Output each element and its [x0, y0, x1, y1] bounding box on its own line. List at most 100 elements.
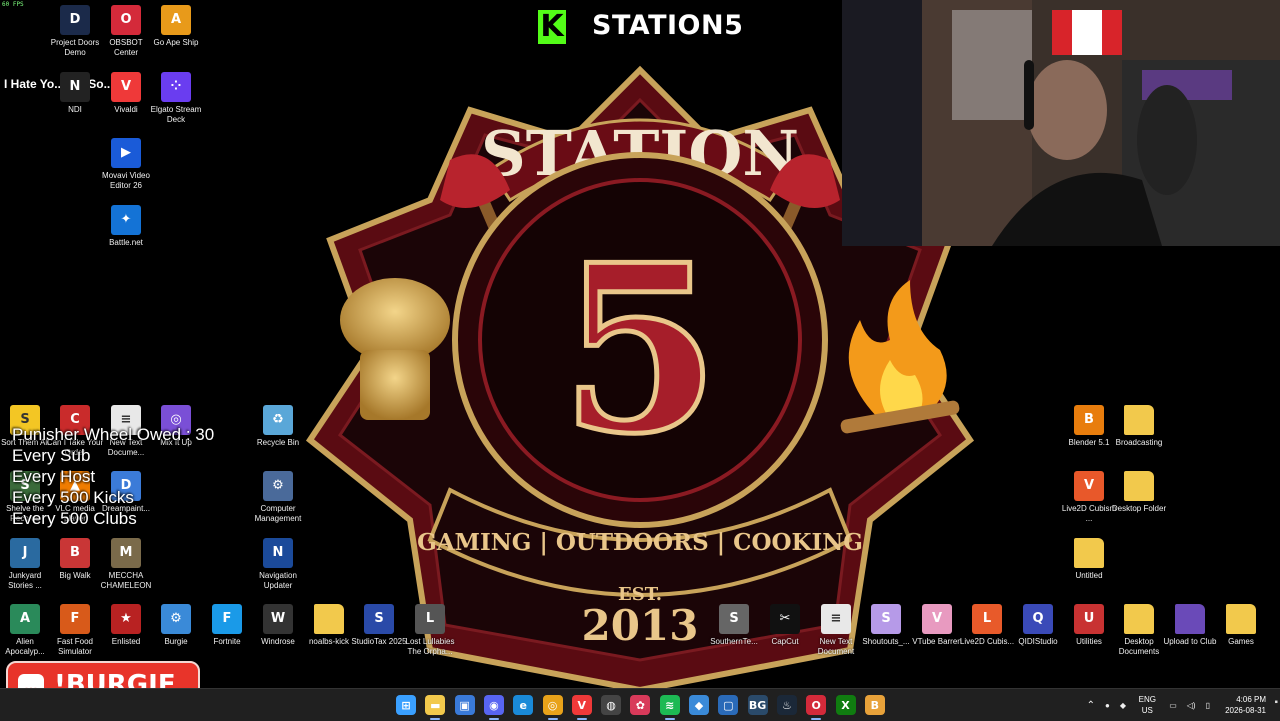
- chat-bubble-icon: …: [18, 674, 44, 688]
- language-indicator[interactable]: ENG US: [1139, 694, 1156, 716]
- steam-icon[interactable]: ♨: [776, 695, 797, 715]
- desktop-icon[interactable]: ♻ Recycle Bin: [249, 405, 307, 448]
- navigation-icon: N: [263, 538, 293, 568]
- vtube-icon: V: [922, 604, 952, 634]
- desktop-icon-label: Desktop Documents: [1118, 637, 1160, 656]
- file-explorer-icon[interactable]: ▬: [425, 695, 446, 715]
- punisher-wheel-overlay: Punisher Wheel Owed : 30 Every Sub Every…: [12, 424, 214, 529]
- edge-icon[interactable]: e: [513, 695, 534, 715]
- fps-counter: 60 FPS: [2, 1, 24, 8]
- system-tray: ⌃ ● ◆: [1087, 689, 1130, 721]
- vivaldi-icon: V: [111, 72, 141, 102]
- chrome-icon[interactable]: ◎: [542, 695, 563, 715]
- desktop-icon-label: Movavi Video Editor 26: [102, 171, 150, 190]
- volume-icon[interactable]: ◁): [1187, 701, 1196, 710]
- desktop-icon-label: SouthernTe...: [710, 637, 758, 646]
- desktop-icon[interactable]: M MECCHA CHAMELEON: [97, 538, 155, 591]
- obs-icon[interactable]: ◍: [601, 695, 622, 715]
- fortnite-icon: F: [212, 604, 242, 634]
- desktop-icon-label: MECCHA CHAMELEON: [100, 571, 152, 590]
- lang-bottom: US: [1141, 706, 1153, 715]
- bg-icon[interactable]: BG: [747, 695, 768, 715]
- desktop-icon[interactable]: ▶ Movavi Video Editor 26: [97, 138, 155, 191]
- desktop-icon-label: Big Walk: [59, 571, 91, 580]
- desktop-icon[interactable]: Desktop Documents: [1110, 604, 1168, 657]
- desktop-icon[interactable]: B Big Walk: [46, 538, 104, 581]
- window-icon[interactable]: ▢: [718, 695, 739, 715]
- spotify-icon[interactable]: ≋: [659, 695, 680, 715]
- app-icon[interactable]: ◆: [689, 695, 709, 715]
- every-clubs-text: Every 500 Clubs: [12, 509, 137, 528]
- every-host-text: Every Host: [12, 467, 96, 486]
- streamdeck-icon: ⁘: [161, 72, 191, 102]
- desktop-icon-label: Windrose: [261, 637, 295, 646]
- utilities-icon: U: [1074, 604, 1104, 634]
- discord-icon[interactable]: ◉: [483, 695, 504, 715]
- lang-top: ENG: [1138, 695, 1156, 704]
- burger-icon[interactable]: B: [864, 695, 885, 715]
- gear-icon: ⚙: [161, 604, 191, 634]
- desktop-icon[interactable]: ⁘ Elgato Stream Deck: [147, 72, 205, 125]
- desktop-icon-label: Project Doors Demo: [50, 38, 100, 57]
- ndi-icon: N: [60, 72, 90, 102]
- desktop-icon[interactable]: ✦ Battle.net: [97, 205, 155, 248]
- desktop-icon-label: Navigation Updater: [259, 571, 297, 590]
- desktop-icon[interactable]: Q QIDIStudio: [1009, 604, 1067, 647]
- desktop-icon-label: Games: [1228, 637, 1254, 646]
- mic-icon[interactable]: ●: [1105, 701, 1110, 710]
- desktop-icon[interactable]: Upload to Club: [1161, 604, 1219, 647]
- app-icon[interactable]: ✿: [630, 695, 651, 715]
- southern-icon: S: [719, 604, 749, 634]
- start-button[interactable]: ⊞: [396, 695, 416, 715]
- every-sub-text: Every Sub: [12, 446, 91, 465]
- blender-icon: B: [1074, 405, 1104, 435]
- movavi-icon: ▶: [111, 138, 141, 168]
- obsbot-icon[interactable]: O: [806, 695, 827, 715]
- desktop-icon[interactable]: N Navigation Updater: [249, 538, 307, 591]
- battery-icon[interactable]: ▯: [1206, 701, 1210, 710]
- enlisted-icon: ★: [111, 604, 141, 634]
- doors-icon: D: [60, 5, 90, 35]
- network-icon[interactable]: ▭: [1169, 701, 1177, 710]
- desktop-icon[interactable]: D Project Doors Demo: [46, 5, 104, 58]
- folder-icon: [1124, 604, 1154, 634]
- emblem-number: 5: [560, 215, 720, 485]
- desktop-icon-label: Elgato Stream Deck: [150, 105, 202, 124]
- notification-bell-icon[interactable]: ▪: [1274, 697, 1278, 708]
- vivaldi-icon[interactable]: V: [571, 695, 592, 715]
- live2d-icon: V: [1074, 471, 1104, 501]
- desktop-icon[interactable]: Desktop Folder: [1110, 471, 1168, 514]
- desktop-icon[interactable]: F Fast Food Simulator: [46, 604, 104, 657]
- chevron-up-icon[interactable]: ⌃: [1087, 700, 1095, 711]
- desktop-icon[interactable]: Untitled: [1060, 538, 1118, 581]
- lullabies-icon: L: [415, 604, 445, 634]
- shield-icon[interactable]: ◆: [1120, 701, 1126, 710]
- desktop-icon[interactable]: S StudioTax 2025: [350, 604, 408, 647]
- folder-icon: [1074, 538, 1104, 568]
- desktop-icon[interactable]: N NDI: [46, 72, 104, 115]
- desktop-icon[interactable]: ⚙ Computer Management: [249, 471, 307, 524]
- desktop-icon[interactable]: S Shoutouts_...: [857, 604, 915, 647]
- desktop-icon[interactable]: W Windrose: [249, 604, 307, 647]
- ape-icon: A: [161, 5, 191, 35]
- folder-icon: [1124, 405, 1154, 435]
- desktop-icon[interactable]: Games: [1212, 604, 1270, 647]
- studiotax-icon: S: [364, 604, 394, 634]
- desktop-icon[interactable]: ✂ CapCut: [756, 604, 814, 647]
- xbox-icon[interactable]: X: [835, 695, 856, 715]
- desktop-icon[interactable]: S SouthernTe...: [705, 604, 763, 647]
- qidi-icon: Q: [1023, 604, 1053, 634]
- battlenet-icon: ✦: [111, 205, 141, 235]
- obsbot-icon: O: [111, 5, 141, 35]
- desktop-icon[interactable]: L Live2D Cubis...: [958, 604, 1016, 647]
- desktop-icon[interactable]: Broadcasting: [1110, 405, 1168, 448]
- desktop-icon[interactable]: ⚙ Burgie: [147, 604, 205, 647]
- desktop-icon[interactable]: A Go Ape Ship: [147, 5, 205, 48]
- status-icons: ▭ ◁) ▯: [1169, 689, 1210, 721]
- store-icon[interactable]: ▣: [454, 695, 475, 715]
- desktop-icon[interactable]: F Fortnite: [198, 604, 256, 647]
- taskbar-clock[interactable]: 4:06 PM 2026-08-31: [1225, 694, 1266, 716]
- alien-icon: A: [10, 604, 40, 634]
- desktop-icon-label: NDI: [68, 105, 82, 114]
- desktop-icon[interactable]: L Lost Lullabies The Orpha...: [401, 604, 459, 657]
